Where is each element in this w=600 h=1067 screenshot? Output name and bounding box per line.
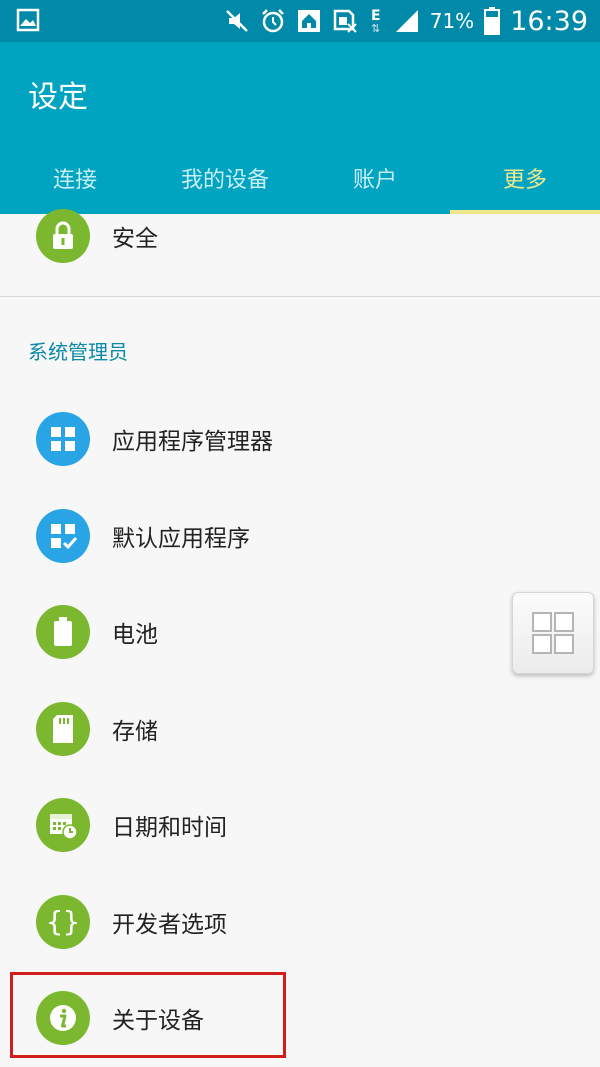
- list-item-security[interactable]: 安全: [0, 188, 600, 284]
- battery-percent: 71%: [429, 9, 475, 33]
- mute-icon: [224, 8, 250, 34]
- status-bar: E ⇅ 71% 16:39: [0, 0, 600, 42]
- network-icon: E ⇅: [370, 7, 381, 35]
- calendar-clock-icon: [36, 798, 90, 852]
- highlight-box: [10, 972, 286, 1058]
- clock: 16:39: [510, 5, 588, 37]
- sd-card-icon: [36, 702, 90, 756]
- signal-icon: [394, 8, 420, 34]
- lock-icon: [36, 209, 90, 263]
- list-item-label: 开发者选项: [112, 912, 227, 938]
- braces-icon: {}: [36, 895, 90, 949]
- list-item-default-apps[interactable]: 默认应用程序: [0, 488, 600, 584]
- list-item-date-time[interactable]: 日期和时间: [0, 777, 600, 873]
- list-item-label: 安全: [112, 226, 158, 252]
- section-header: 系统管理员: [28, 340, 128, 364]
- list-item-label: 应用程序管理器: [112, 429, 273, 455]
- gallery-icon: [16, 8, 40, 36]
- list-item-battery[interactable]: 电池: [0, 584, 600, 680]
- list-item-label: 默认应用程序: [112, 526, 250, 552]
- list-item-label: 存储: [112, 719, 158, 745]
- list-item-label: 电池: [112, 622, 158, 648]
- grid-icon: [532, 612, 574, 654]
- battery-icon: [36, 605, 90, 659]
- list-item-developer-options[interactable]: {} 开发者选项: [0, 874, 600, 970]
- list-item-application-manager[interactable]: 应用程序管理器: [0, 391, 600, 487]
- home-icon: [296, 8, 322, 34]
- battery-icon: [484, 7, 501, 35]
- alarm-icon: [260, 8, 286, 34]
- default-apps-icon: [36, 509, 90, 563]
- floating-multiwindow-button[interactable]: [512, 592, 594, 674]
- list-item-storage[interactable]: 存储: [0, 681, 600, 777]
- divider: [0, 296, 600, 297]
- list-item-label: 日期和时间: [112, 815, 227, 841]
- app-grid-icon: [36, 412, 90, 466]
- sim-icon: [332, 8, 358, 34]
- page-title: 设定: [28, 80, 88, 115]
